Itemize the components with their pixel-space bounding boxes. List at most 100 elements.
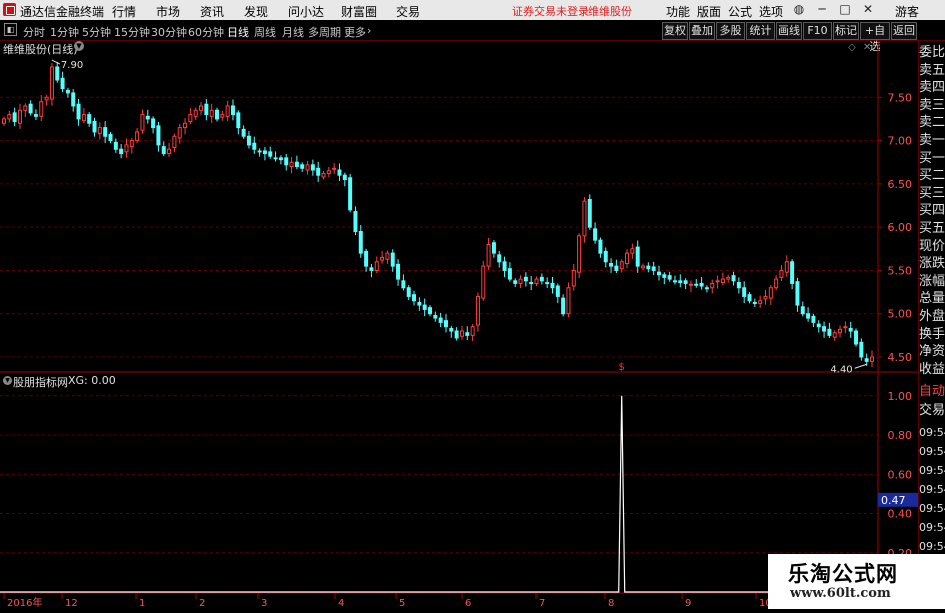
candle-body	[294, 161, 299, 168]
candle-body	[550, 282, 555, 289]
candle-body	[167, 148, 172, 155]
menu-news[interactable]: 资讯	[200, 3, 224, 20]
stock-chart[interactable]: 2016年 12 1 2 3 4 5 6 7 8 9 10 7.507.006.506.005.505…	[0, 40, 918, 609]
indicator-value: XG: 0.00	[68, 374, 116, 387]
xaxis-label: 12	[65, 598, 78, 609]
quote-field-label: 买四	[919, 203, 945, 219]
xaxis-label: 2016年	[7, 596, 42, 609]
tool-back[interactable]: 返回	[891, 22, 917, 40]
chevron-down-icon[interactable]: ▼	[3, 376, 12, 385]
candle-body	[23, 105, 28, 111]
candle-body	[39, 101, 44, 117]
indicator-title: 股朋指标网	[13, 376, 68, 389]
menu-formula[interactable]: 公式	[728, 3, 752, 20]
candle-body	[204, 103, 209, 116]
trade-time-label: 09:54	[919, 445, 945, 458]
indicator-ytick-label: 0.80	[888, 429, 913, 442]
candle-body	[683, 280, 688, 284]
candle-body	[806, 313, 811, 319]
period-weekly[interactable]: 周线	[254, 24, 276, 40]
main-ytick-label: 6.50	[888, 178, 913, 191]
candle-body	[859, 341, 864, 358]
candle-body	[816, 323, 821, 328]
xaxis-label: 3	[261, 598, 267, 609]
quote-field-label: 总量	[919, 291, 945, 307]
candle-body	[135, 131, 140, 142]
period-60min[interactable]: 60分钟	[188, 24, 224, 40]
main-ytick-label: 6.00	[888, 221, 913, 234]
candle-body	[736, 282, 741, 289]
candle-body	[790, 261, 795, 284]
candle-body	[129, 140, 134, 148]
tool-mark[interactable]: 标记	[833, 22, 859, 40]
period-15min[interactable]: 15分钟	[114, 24, 150, 40]
candle-body	[625, 252, 630, 265]
menu-options[interactable]: 选项	[759, 3, 783, 20]
candle-body	[71, 92, 76, 107]
chevron-right-icon[interactable]: ›	[367, 24, 371, 37]
period-multi[interactable]: 多周期	[308, 24, 341, 40]
candle-body	[278, 157, 283, 161]
close-icon[interactable]: ✕	[861, 2, 875, 16]
tool-overlay[interactable]: 叠加	[689, 22, 715, 40]
candle-body	[209, 109, 214, 117]
candle-body	[646, 265, 651, 270]
auto-trade-label[interactable]: 自动	[919, 382, 945, 401]
close-icon[interactable]: ✕	[863, 42, 871, 53]
candle-body	[433, 314, 438, 319]
candle-body	[800, 306, 805, 315]
candle-body	[486, 243, 491, 267]
menu-discover[interactable]: 发现	[244, 3, 268, 20]
tool-add-watchlist[interactable]: +自选	[860, 22, 890, 53]
candle-body	[710, 282, 715, 289]
candle-body	[145, 115, 150, 120]
period-30min[interactable]: 30分钟	[151, 24, 187, 40]
tool-multi-stock[interactable]: 多股	[716, 22, 745, 40]
candle-body	[848, 327, 853, 332]
candle-body	[199, 105, 204, 111]
period-daily[interactable]: 日线	[227, 24, 249, 40]
skin-icon[interactable]: ◍	[792, 2, 806, 16]
candle-body	[502, 261, 507, 271]
menu-wealth-circle[interactable]: 财富圈	[341, 3, 377, 20]
auto-trade-label[interactable]: 交易	[919, 401, 945, 420]
quote-field-label: 涨跌	[919, 256, 945, 272]
xaxis-label: 7	[539, 598, 545, 609]
candle-body	[193, 109, 198, 117]
tool-adjust-rights[interactable]: 复权	[662, 22, 688, 40]
indicator-ytick-label: 0.40	[888, 508, 913, 521]
candle-body	[369, 267, 374, 271]
chevron-down-icon[interactable]: ▼	[74, 41, 84, 51]
menu-layout[interactable]: 版面	[697, 3, 721, 20]
menu-functions[interactable]: 功能	[666, 3, 690, 20]
quote-field-label: 卖一	[919, 133, 945, 148]
maximize-icon[interactable]: □	[838, 2, 852, 16]
period-5min[interactable]: 5分钟	[82, 24, 111, 40]
toggle-panel-icon[interactable]: ◧	[4, 23, 17, 36]
candle-body	[97, 127, 102, 135]
candle-body	[465, 332, 470, 336]
candle-body	[380, 256, 385, 261]
trade-login-notice[interactable]: 证券交易未登录	[512, 3, 589, 19]
candle-body	[119, 148, 124, 155]
minimize-icon[interactable]: ─	[815, 2, 829, 16]
tool-statistics[interactable]: 统计	[746, 22, 775, 40]
candle-body	[215, 109, 220, 120]
period-1min[interactable]: 1分钟	[50, 24, 79, 40]
app-title: 通达信金融终端	[20, 5, 105, 19]
menu-trade[interactable]: 交易	[396, 3, 420, 20]
menu-market[interactable]: 市场	[156, 3, 180, 20]
period-intraday[interactable]: 分时	[23, 24, 45, 40]
candle-body	[65, 89, 70, 94]
tool-draw-line[interactable]: 画线	[776, 22, 802, 40]
candle-body	[348, 177, 353, 211]
indicator-ytick-label: 1.00	[888, 390, 913, 403]
menu-ask-xiaoda[interactable]: 问小达	[288, 3, 324, 20]
user-guest[interactable]: 游客	[895, 3, 919, 20]
high-pointer	[51, 59, 61, 65]
period-monthly[interactable]: 月线	[282, 24, 304, 40]
tool-f10[interactable]: F10	[803, 22, 832, 40]
candle-body	[454, 330, 459, 339]
period-more[interactable]: 更多	[344, 24, 366, 40]
menu-market-quote[interactable]: 行情	[112, 3, 136, 20]
